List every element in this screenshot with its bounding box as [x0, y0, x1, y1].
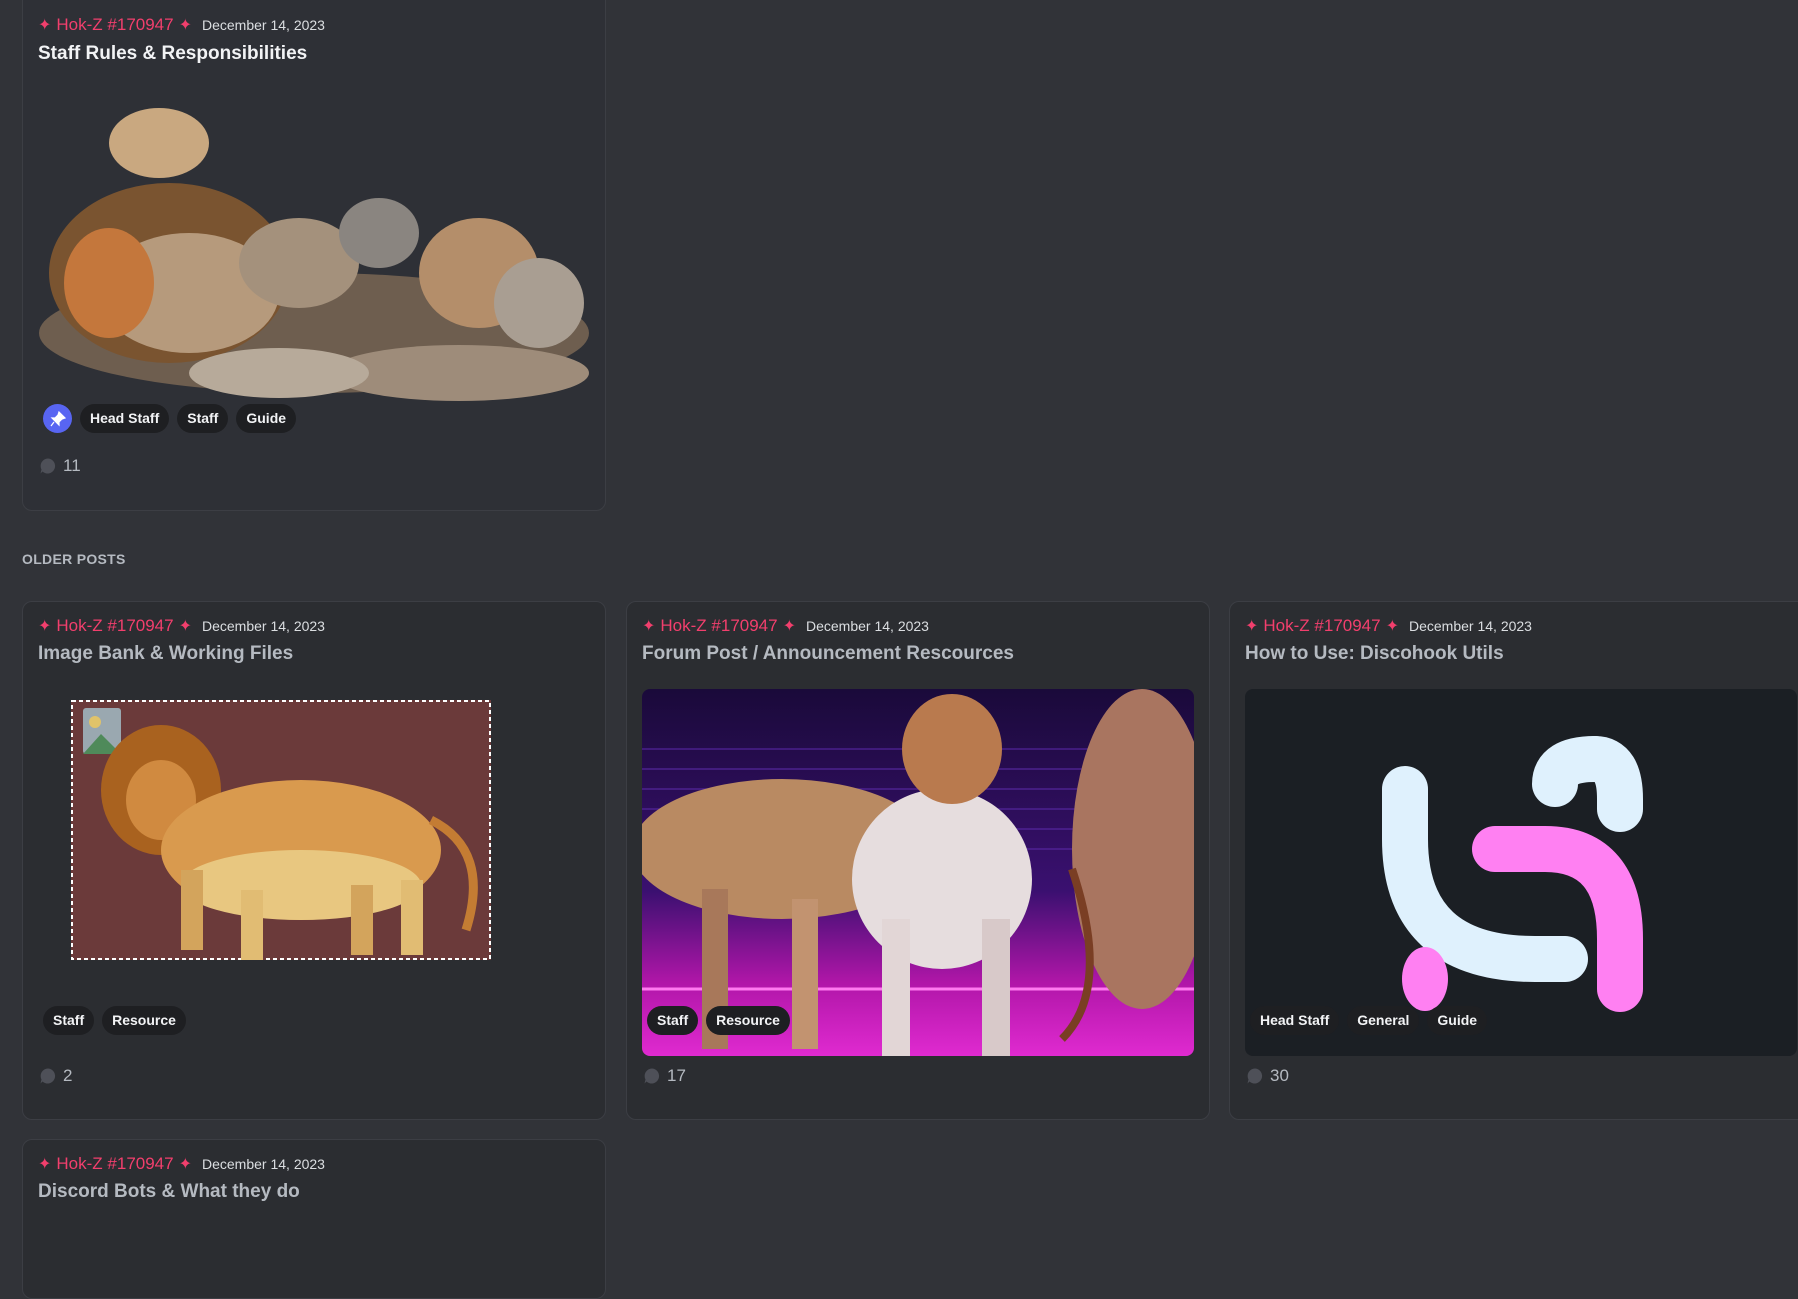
post-thumbnail — [71, 700, 491, 960]
sparkle-icon: ✦ — [782, 618, 796, 635]
lion-walking-illustration — [71, 700, 491, 960]
discohook-logo — [1382, 736, 1643, 1012]
sparkle-icon: ✦ — [1245, 618, 1259, 635]
post-card-discohook-utils[interactable]: ✦ Hok-Z #170947 ✦ December 14, 2023 How to… — [1229, 601, 1798, 1120]
reply-count: 2 — [39, 1066, 72, 1086]
post-date: December 14, 2023 — [1409, 618, 1532, 634]
sparkle-icon: ✦ — [1385, 618, 1399, 635]
post-thumbnail — [1245, 689, 1797, 1056]
post-title[interactable]: Forum Post / Announcement Rescources — [642, 643, 1014, 665]
post-title[interactable]: Image Bank & Working Files — [38, 643, 293, 665]
sparkle-icon: ✦ — [178, 1156, 192, 1173]
post-title[interactable]: How to Use: Discohook Utils — [1245, 643, 1504, 665]
author-name[interactable]: ✦ Hok-Z #170947 ✦ — [38, 15, 192, 35]
sparkle-icon: ✦ — [178, 618, 192, 635]
post-date: December 14, 2023 — [806, 618, 929, 634]
sparkle-icon: ✦ — [38, 618, 52, 635]
post-date: December 14, 2023 — [202, 1156, 325, 1172]
tag-head-staff[interactable]: Head Staff — [80, 404, 170, 433]
post-date: December 14, 2023 — [202, 618, 325, 634]
post-date: December 14, 2023 — [202, 17, 325, 33]
sparkle-icon: ✦ — [178, 17, 192, 34]
sparkle-icon: ✦ — [38, 1156, 52, 1173]
author-name[interactable]: ✦ Hok-Z #170947 ✦ — [38, 616, 192, 636]
reply-count: 11 — [39, 456, 81, 476]
tag-guide[interactable]: Guide — [1427, 1006, 1488, 1035]
tag-list: Staff Resource — [647, 1006, 790, 1035]
author-name[interactable]: ✦ Hok-Z #170947 ✦ — [1245, 616, 1399, 636]
lion-pride-illustration — [39, 108, 589, 401]
post-thumbnail — [39, 83, 589, 401]
post-meta: ✦ Hok-Z #170947 ✦ December 14, 2023 — [38, 1154, 325, 1174]
post-card-staff-rules[interactable]: ✦ Hok-Z #170947 ✦ December 14, 2023 Staff … — [22, 0, 606, 511]
sparkle-icon: ✦ — [642, 618, 656, 635]
post-title[interactable]: Discord Bots & What they do — [38, 1181, 300, 1203]
reply-count: 17 — [643, 1066, 686, 1086]
pin-icon — [43, 404, 72, 433]
sparkle-icon: ✦ — [38, 17, 52, 34]
tag-resource[interactable]: Resource — [102, 1006, 186, 1035]
tag-head-staff[interactable]: Head Staff — [1250, 1006, 1340, 1035]
post-title[interactable]: Staff Rules & Responsibilities — [38, 43, 307, 65]
message-bubble-icon — [644, 1068, 660, 1084]
post-meta: ✦ Hok-Z #170947 ✦ December 14, 2023 — [642, 616, 929, 636]
author-name[interactable]: ✦ Hok-Z #170947 ✦ — [38, 1154, 192, 1174]
section-label-older-posts: OLDER POSTS — [22, 551, 126, 567]
post-card-discord-bots[interactable]: ✦ Hok-Z #170947 ✦ December 14, 2023 Discor… — [22, 1139, 606, 1299]
post-meta: ✦ Hok-Z #170947 ✦ December 14, 2023 — [38, 616, 325, 636]
tag-list: Staff Resource — [43, 1006, 186, 1035]
message-bubble-icon — [40, 458, 56, 474]
tag-staff[interactable]: Staff — [647, 1006, 699, 1035]
author-name[interactable]: ✦ Hok-Z #170947 ✦ — [642, 616, 796, 636]
post-meta: ✦ Hok-Z #170947 ✦ December 14, 2023 — [1245, 616, 1532, 636]
post-card-image-bank[interactable]: ✦ Hok-Z #170947 ✦ December 14, 2023 Image … — [22, 601, 606, 1120]
tag-guide[interactable]: Guide — [236, 404, 297, 433]
tag-list: Head Staff Staff Guide — [43, 404, 297, 433]
message-bubble-icon — [1247, 1068, 1263, 1084]
tag-staff[interactable]: Staff — [177, 404, 229, 433]
tag-general[interactable]: General — [1347, 1006, 1420, 1035]
post-meta: ✦ Hok-Z #170947 ✦ December 14, 2023 — [38, 15, 325, 35]
tag-staff[interactable]: Staff — [43, 1006, 95, 1035]
post-thumbnail — [642, 689, 1194, 1056]
post-card-forum-resources[interactable]: ✦ Hok-Z #170947 ✦ December 14, 2023 Forum … — [626, 601, 1210, 1120]
reply-count: 30 — [1246, 1066, 1289, 1086]
tag-list: Head Staff General Guide — [1250, 1006, 1488, 1035]
message-bubble-icon — [40, 1068, 56, 1084]
lions-synthwave-illustration — [642, 689, 1194, 1056]
tag-resource[interactable]: Resource — [706, 1006, 790, 1035]
